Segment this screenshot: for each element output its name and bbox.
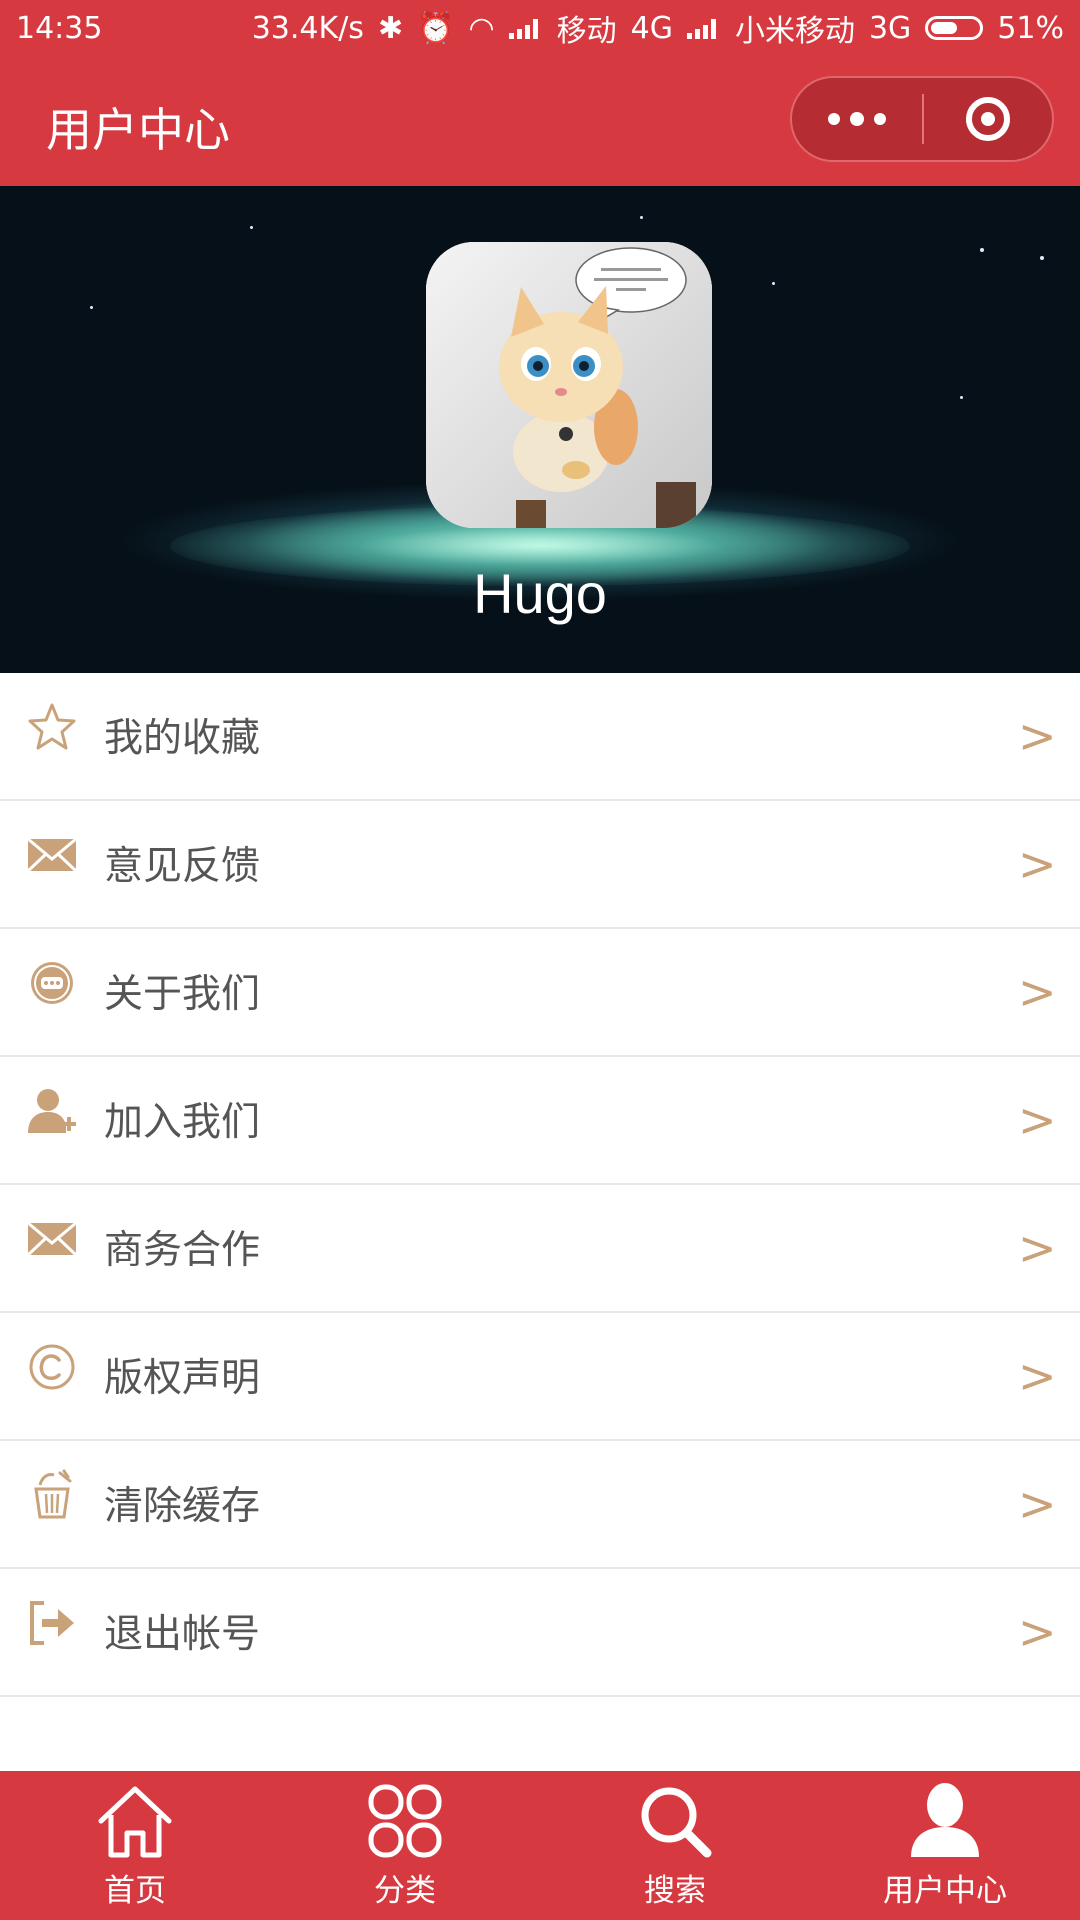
more-dots-icon[interactable] xyxy=(792,78,922,160)
logout-icon xyxy=(30,1601,74,1645)
chevron-right-icon: > xyxy=(1018,965,1057,1019)
home-icon xyxy=(98,1786,172,1858)
carrier-1: 移动 xyxy=(556,14,617,49)
bottom-tab-bar: 首页 分类 搜索 用户中心 xyxy=(0,1771,1080,1920)
tab-label: 首页 xyxy=(104,1873,166,1909)
chevron-right-icon: > xyxy=(1018,1093,1057,1147)
menu-item-label: 我的收藏 xyxy=(104,716,261,761)
menu-item-join[interactable]: 加入我们 > xyxy=(0,1057,1080,1185)
menu-item-clear-cache[interactable]: 清除缓存 > xyxy=(0,1441,1080,1569)
menu-item-copyright[interactable]: 版权声明 > xyxy=(0,1313,1080,1441)
envelope-icon xyxy=(26,837,78,873)
menu-item-label: 清除缓存 xyxy=(104,1484,261,1529)
tab-category[interactable]: 分类 xyxy=(270,1771,540,1920)
chevron-right-icon: > xyxy=(1018,709,1057,763)
chevron-right-icon: > xyxy=(1018,1349,1057,1403)
menu-item-label: 版权声明 xyxy=(104,1356,261,1401)
chat-bubble-icon xyxy=(31,962,73,1004)
tab-home[interactable]: 首页 xyxy=(0,1771,270,1920)
envelope-icon xyxy=(26,1221,78,1257)
cat-avatar-image xyxy=(426,242,712,528)
copyright-icon xyxy=(29,1344,75,1390)
menu-list: 我的收藏 > 意见反馈 > 关于我们 > 加入我们 > 商务合作 > 版权声明 … xyxy=(0,673,1080,1697)
menu-item-label: 商务合作 xyxy=(104,1228,261,1273)
add-user-icon xyxy=(28,1089,76,1133)
profile-banner: Hugo xyxy=(0,186,1080,673)
tab-label: 搜索 xyxy=(644,1873,706,1909)
menu-item-logout[interactable]: 退出帐号 > xyxy=(0,1569,1080,1697)
avatar[interactable] xyxy=(426,242,712,528)
tab-label: 分类 xyxy=(374,1873,436,1909)
network-speed: 33.4K/s xyxy=(251,10,364,46)
menu-item-favorites[interactable]: 我的收藏 > xyxy=(0,673,1080,801)
signal-icon xyxy=(508,17,543,39)
menu-item-business[interactable]: 商务合作 > xyxy=(0,1185,1080,1313)
chevron-right-icon: > xyxy=(1018,1477,1057,1531)
username: Hugo xyxy=(473,562,607,625)
chevron-right-icon: > xyxy=(1018,1605,1057,1659)
status-bar: 14:35 33.4K/s ✱ ⏰ ◠ 移动 4G 小米移动 3G 51% xyxy=(0,0,1080,56)
page-title: 用户中心 xyxy=(46,103,230,157)
chevron-right-icon: > xyxy=(1018,837,1057,891)
network-type-1: 4G xyxy=(630,10,673,46)
wifi-icon: ◠ xyxy=(468,10,495,46)
search-icon xyxy=(641,1787,712,1858)
user-icon xyxy=(911,1783,979,1857)
carrier-2: 小米移动 xyxy=(734,14,855,49)
battery-icon xyxy=(925,16,984,40)
signal-icon xyxy=(686,17,721,39)
tab-user-center[interactable]: 用户中心 xyxy=(810,1771,1080,1920)
chevron-right-icon: > xyxy=(1018,1221,1057,1275)
menu-item-about[interactable]: 关于我们 > xyxy=(0,929,1080,1057)
alarm-icon: ⏰ xyxy=(417,10,455,46)
tab-label: 用户中心 xyxy=(883,1873,1007,1909)
menu-item-feedback[interactable]: 意见反馈 > xyxy=(0,801,1080,929)
target-circle-icon[interactable] xyxy=(924,78,1052,160)
menu-item-label: 关于我们 xyxy=(104,972,261,1017)
grid-icon xyxy=(368,1784,442,1858)
bluetooth-icon: ✱ xyxy=(377,10,404,46)
battery-level: 51% xyxy=(997,10,1064,46)
title-bar: 用户中心 xyxy=(0,56,1080,186)
trash-icon xyxy=(34,1469,72,1519)
status-time: 14:35 xyxy=(16,10,103,46)
menu-item-label: 意见反馈 xyxy=(104,844,261,889)
tab-search[interactable]: 搜索 xyxy=(540,1771,810,1920)
network-type-2: 3G xyxy=(868,10,912,46)
menu-item-label: 退出帐号 xyxy=(104,1612,261,1657)
mini-program-capsule xyxy=(790,76,1054,162)
menu-item-label: 加入我们 xyxy=(104,1100,261,1145)
star-icon xyxy=(28,703,76,750)
